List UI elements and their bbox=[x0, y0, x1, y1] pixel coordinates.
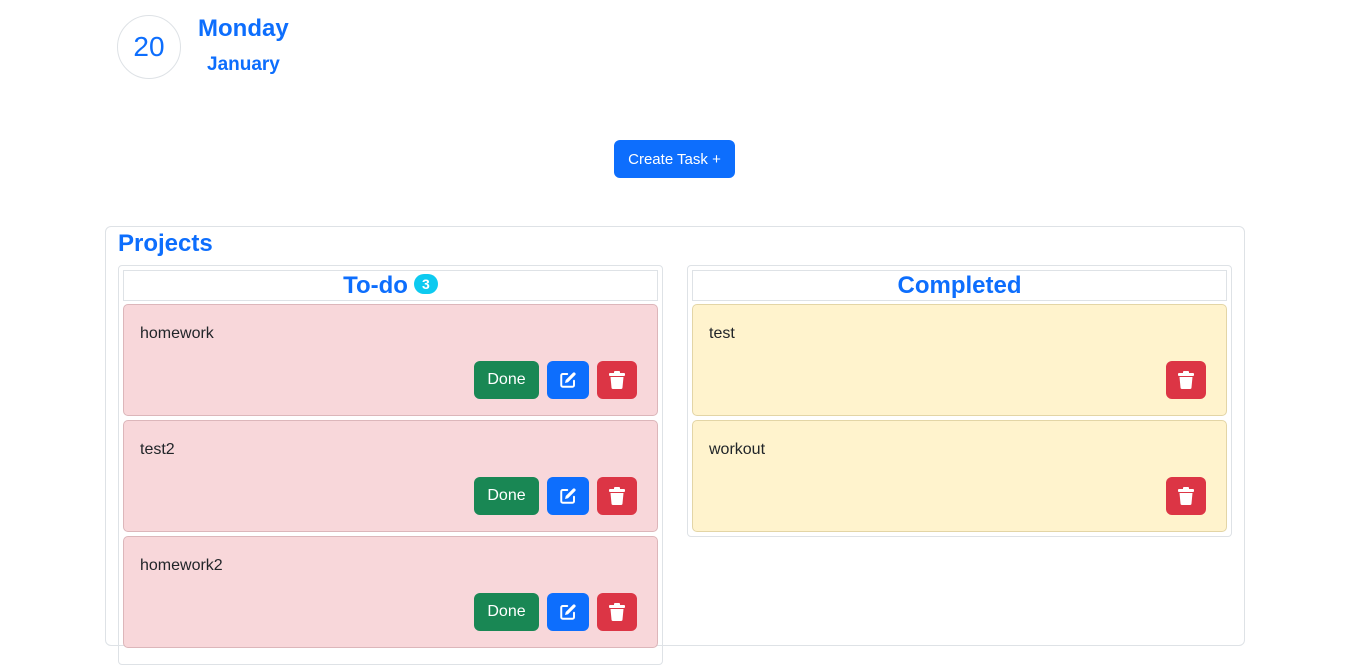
task-actions bbox=[1166, 477, 1206, 515]
edit-button[interactable] bbox=[547, 361, 589, 399]
edit-button[interactable] bbox=[547, 477, 589, 515]
task-text: homework bbox=[140, 325, 214, 342]
done-button[interactable]: Done bbox=[474, 593, 539, 631]
delete-button[interactable] bbox=[1166, 361, 1206, 399]
task-actions bbox=[1166, 361, 1206, 399]
trash-icon bbox=[609, 371, 625, 389]
edit-button[interactable] bbox=[547, 593, 589, 631]
task-text: homework2 bbox=[140, 557, 223, 574]
todo-task-card: homework2 Done bbox=[123, 536, 658, 648]
task-actions: Done bbox=[474, 593, 637, 631]
delete-button[interactable] bbox=[1166, 477, 1206, 515]
trash-icon bbox=[609, 603, 625, 621]
completed-header: Completed bbox=[692, 270, 1227, 301]
completed-title: Completed bbox=[897, 271, 1022, 299]
completed-column: Completed test workout bbox=[687, 265, 1232, 537]
todo-task-card: test2 Done bbox=[123, 420, 658, 532]
trash-icon bbox=[1178, 371, 1194, 389]
trash-icon bbox=[609, 487, 625, 505]
task-text: test bbox=[709, 325, 735, 342]
task-text: test2 bbox=[140, 441, 175, 458]
delete-button[interactable] bbox=[597, 361, 637, 399]
todo-count-badge: 3 bbox=[413, 273, 438, 294]
edit-icon bbox=[560, 488, 576, 504]
task-actions: Done bbox=[474, 477, 637, 515]
completed-task-card: workout bbox=[692, 420, 1227, 532]
completed-task-card: test bbox=[692, 304, 1227, 416]
projects-title: Projects bbox=[118, 230, 213, 257]
create-task-button[interactable]: Create Task + bbox=[614, 140, 735, 178]
todo-title: To-do bbox=[343, 271, 408, 299]
projects-card: Projects To-do 3 homework Done test2 Don… bbox=[105, 226, 1245, 665]
month-label: January bbox=[207, 54, 280, 75]
delete-button[interactable] bbox=[597, 593, 637, 631]
task-actions: Done bbox=[474, 361, 637, 399]
weekday-label: Monday bbox=[198, 15, 289, 42]
edit-icon bbox=[560, 604, 576, 620]
edit-icon bbox=[560, 372, 576, 388]
done-button[interactable]: Done bbox=[474, 477, 539, 515]
todo-task-card: homework Done bbox=[123, 304, 658, 416]
date-day-circle: 20 bbox=[117, 15, 181, 79]
delete-button[interactable] bbox=[597, 477, 637, 515]
task-text: workout bbox=[709, 441, 766, 458]
done-button[interactable]: Done bbox=[474, 361, 539, 399]
trash-icon bbox=[1178, 487, 1194, 505]
todo-header: To-do 3 bbox=[123, 270, 658, 301]
todo-column: To-do 3 homework Done test2 Done homewor… bbox=[118, 265, 663, 665]
